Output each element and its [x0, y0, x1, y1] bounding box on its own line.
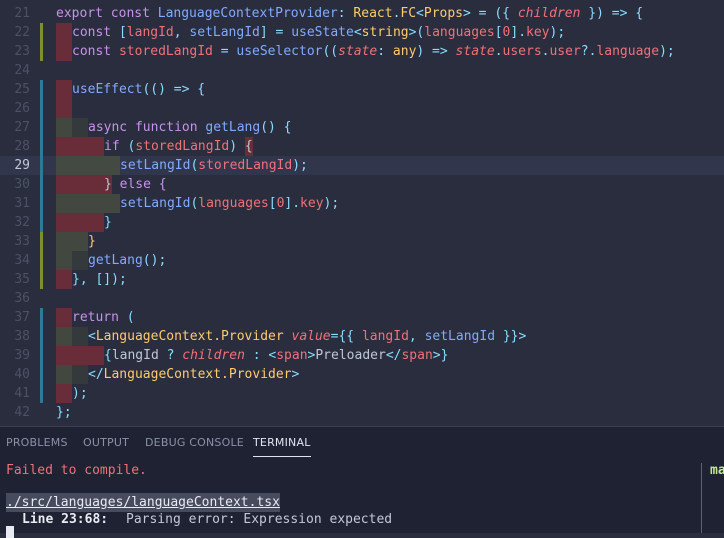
git-modified-marker[interactable] [40, 365, 43, 384]
panel-tabs: PROBLEMS OUTPUT DEBUG CONSOLE TERMINAL [0, 427, 724, 461]
line-number: 29 [14, 158, 30, 173]
code-line[interactable]: 29 setLangId(storedLangId); [0, 156, 724, 175]
code-text: useEffect(() => { [56, 80, 205, 99]
code-line[interactable]: 38 <LanguageContext.Provider value={{ lan… [0, 327, 724, 346]
code-text: setLangId(languages[0].key); [56, 194, 339, 213]
code-text: ); [56, 384, 88, 403]
code-line[interactable]: 27 async function getLang() { [0, 118, 724, 137]
line-number: 30 [14, 177, 30, 192]
git-modified-marker[interactable] [40, 346, 43, 365]
git-added-marker[interactable] [40, 232, 43, 251]
code-text: </LanguageContext.Provider> [56, 365, 299, 384]
line-number: 40 [14, 367, 30, 382]
terminal-error-message: Parsing error: Expression expected [126, 512, 393, 527]
code-line[interactable]: 41); [0, 384, 724, 403]
line-number: 26 [14, 101, 30, 116]
code-line[interactable]: 24 [0, 61, 724, 80]
terminal-error-location: Line 23:68: [22, 512, 109, 527]
code-line[interactable]: 30 } else { [0, 175, 724, 194]
code-text: } else { [56, 175, 167, 194]
line-number: 27 [14, 120, 30, 135]
code-text: export const LanguageContextProvider: Re… [56, 6, 644, 21]
code-editor[interactable]: 21 export const LanguageContextProvider: … [0, 0, 724, 426]
git-modified-marker[interactable] [40, 99, 43, 118]
line-number: 28 [14, 139, 30, 154]
line-number: 23 [14, 44, 30, 59]
code-text: }; [56, 405, 72, 420]
code-text: setLangId(storedLangId); [56, 156, 308, 175]
line-number: 39 [14, 348, 30, 363]
code-line[interactable]: 37 return ( [0, 308, 724, 327]
terminal-cursor [6, 526, 14, 538]
code-line[interactable]: 28 if (storedLangId) { [0, 137, 724, 156]
git-added-marker[interactable] [40, 42, 43, 61]
tab-debug-console[interactable]: DEBUG CONSOLE [145, 436, 244, 449]
line-number: 22 [14, 25, 30, 40]
code-text: async function getLang() { [56, 118, 292, 137]
git-modified-marker[interactable] [40, 80, 43, 99]
line-number: 25 [14, 82, 30, 97]
code-line[interactable]: 26 [0, 99, 724, 118]
line-number: 38 [14, 329, 30, 344]
line-number: 36 [14, 291, 30, 306]
git-modified-marker[interactable] [40, 175, 43, 194]
code-text: const storedLangId = useSelector((state:… [56, 42, 675, 61]
git-modified-marker[interactable] [40, 156, 43, 175]
line-number: 41 [14, 386, 30, 401]
git-modified-marker[interactable] [40, 327, 43, 346]
line-number: 32 [14, 215, 30, 230]
line-number: 42 [14, 405, 30, 420]
code-line[interactable]: 21 export const LanguageContextProvider: … [0, 4, 724, 23]
tab-output[interactable]: OUTPUT [83, 436, 129, 449]
code-text: getLang(); [56, 251, 166, 270]
git-modified-marker[interactable] [40, 118, 43, 137]
terminal-split-divider[interactable] [701, 463, 702, 533]
code-line[interactable]: 22 const [langId, setLangId] = useState<s… [0, 23, 724, 42]
terminal-error-line: Failed to compile. [6, 463, 147, 478]
tab-problems[interactable]: PROBLEMS [6, 436, 68, 449]
line-number: 24 [14, 63, 30, 78]
line-number: 31 [14, 196, 30, 211]
line-number: 35 [14, 272, 30, 287]
code-text [56, 99, 72, 118]
code-text: <LanguageContext.Provider value={{ langI… [56, 327, 526, 346]
code-line[interactable]: 34 getLang(); [0, 251, 724, 270]
git-modified-marker[interactable] [40, 384, 43, 403]
code-line[interactable]: 23 const storedLangId = useSelector((stat… [0, 42, 724, 61]
code-line[interactable]: 25 useEffect(() => { [0, 80, 724, 99]
code-text: if (storedLangId) { [56, 137, 253, 156]
code-line[interactable]: 42}; [0, 403, 724, 422]
code-line[interactable]: 35 }, []); [0, 270, 724, 289]
code-text: const [langId, setLangId] = useState<str… [56, 23, 565, 42]
code-text: } [56, 213, 112, 232]
code-text: }, []); [56, 270, 127, 289]
code-line[interactable]: 36 [0, 289, 724, 308]
bottom-panel: PROBLEMS OUTPUT DEBUG CONSOLE TERMINAL F… [0, 426, 724, 538]
code-text: } [56, 232, 96, 251]
tab-terminal[interactable]: TERMINAL [253, 436, 311, 457]
git-modified-marker[interactable] [40, 308, 43, 327]
line-number: 21 [14, 6, 30, 21]
code-text: {langId ? children : <span>Preloader</sp… [56, 346, 448, 365]
line-number: 33 [14, 234, 30, 249]
terminal-side-text: ma [710, 463, 724, 478]
git-modified-marker[interactable] [40, 213, 43, 232]
code-line[interactable]: 33} [0, 232, 724, 251]
code-line[interactable]: 40 </LanguageContext.Provider> [0, 365, 724, 384]
line-number: 34 [14, 253, 30, 268]
git-modified-marker[interactable] [40, 137, 43, 156]
code-text: return ( [56, 308, 135, 327]
git-added-marker[interactable] [40, 251, 43, 270]
code-line[interactable]: 32} [0, 213, 724, 232]
git-modified-marker[interactable] [40, 194, 43, 213]
line-number: 37 [14, 310, 30, 325]
git-added-marker[interactable] [40, 23, 43, 42]
git-added-marker[interactable] [40, 270, 43, 289]
code-line[interactable]: 39 {langId ? children : <span>Preloader</… [0, 346, 724, 365]
code-line[interactable]: 31 setLangId(languages[0].key); [0, 194, 724, 213]
